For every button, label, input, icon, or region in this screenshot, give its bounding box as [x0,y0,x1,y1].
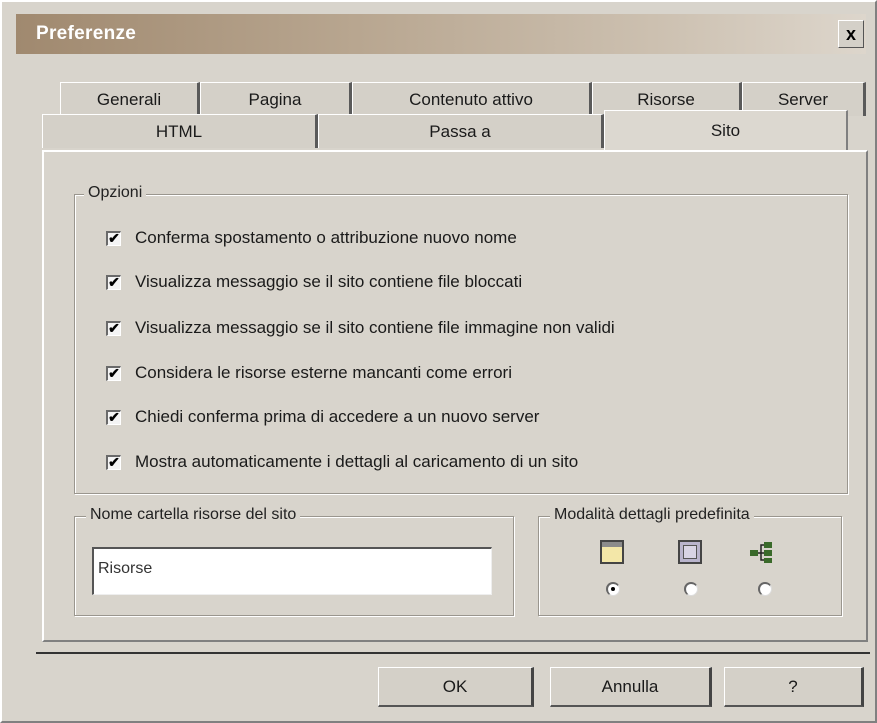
option-label: Considera le risorse esterne mancanti co… [135,363,512,382]
list-view-icon [678,540,702,564]
tree-view-icon [748,540,772,564]
option-label: Chiedi conferma prima di accedere a un n… [135,407,540,426]
ok-label: OK [442,676,468,696]
footer-divider [36,652,870,654]
details-mode-label: Modalità dettagli predefinita [550,506,754,524]
dialog-title: Preferenze [36,23,137,44]
cancel-button[interactable]: Annulla [550,667,712,707]
tab-row-front: HTML Passa a Sito [42,110,848,150]
tab-contenuto-attivo[interactable]: Contenuto attivo [352,82,592,116]
tab-label: Contenuto attivo [409,89,533,109]
option-label: Visualizza messaggio se il sito contiene… [135,318,615,337]
details-mode-radio-tree[interactable] [758,582,772,596]
cancel-label: Annulla [601,676,659,696]
option-label: Visualizza messaggio se il sito contiene… [135,272,523,291]
option-label: Conferma spostamento o attribuzione nuov… [135,228,517,247]
option-invalid-images[interactable]: ✔ Visualizza messaggio se il sito contie… [106,318,615,338]
help-button[interactable]: ? [724,667,864,707]
option-locked-files[interactable]: ✔ Visualizza messaggio se il sito contie… [106,272,522,292]
option-missing-resources[interactable]: ✔ Considera le risorse esterne mancanti … [106,363,512,383]
tab-label: Generali [96,89,162,109]
option-confirm-move[interactable]: ✔ Conferma spostamento o attribuzione nu… [106,228,517,248]
checkbox[interactable]: ✔ [106,274,121,290]
help-label: ? [788,676,798,696]
details-mode-radio-list[interactable] [684,582,698,596]
checkbox[interactable]: ✔ [106,454,121,470]
tab-label: Risorse [637,89,695,109]
details-mode-radio-window[interactable] [606,582,620,596]
resource-folder-input[interactable]: Risorse [92,547,492,595]
details-mode-groupbox [538,516,842,616]
option-auto-details[interactable]: ✔ Mostra automaticamente i dettagli al c… [106,452,578,472]
window-view-icon [600,540,624,564]
checkbox[interactable]: ✔ [106,320,121,336]
title-bar[interactable]: Preferenze x [16,14,866,54]
option-label: Mostra automaticamente i dettagli al car… [135,452,579,471]
tab-label: Pagina [248,89,302,109]
option-confirm-server[interactable]: ✔ Chiedi conferma prima di accedere a un… [106,407,539,427]
tab-generali[interactable]: Generali [60,82,200,116]
tab-passa-a[interactable]: Passa a [318,114,604,148]
options-group-label: Opzioni [84,184,147,202]
ok-button[interactable]: OK [378,667,534,707]
tab-sito[interactable]: Sito [604,110,848,150]
tab-label: Sito [710,120,741,140]
checkbox[interactable]: ✔ [106,230,121,246]
tab-label: HTML [155,121,203,141]
checkbox[interactable]: ✔ [106,365,121,381]
checkbox[interactable]: ✔ [106,409,121,425]
resource-folder-label: Nome cartella risorse del sito [86,506,301,524]
tab-label: Passa a [429,121,491,141]
tab-pagina[interactable]: Pagina [200,82,352,116]
tab-html[interactable]: HTML [42,114,318,148]
preferences-dialog: Preferenze x Generali Pagina Contenuto a… [0,0,877,723]
tab-label: Server [777,89,829,109]
close-button[interactable]: x [838,20,864,48]
close-icon: x [845,24,856,44]
